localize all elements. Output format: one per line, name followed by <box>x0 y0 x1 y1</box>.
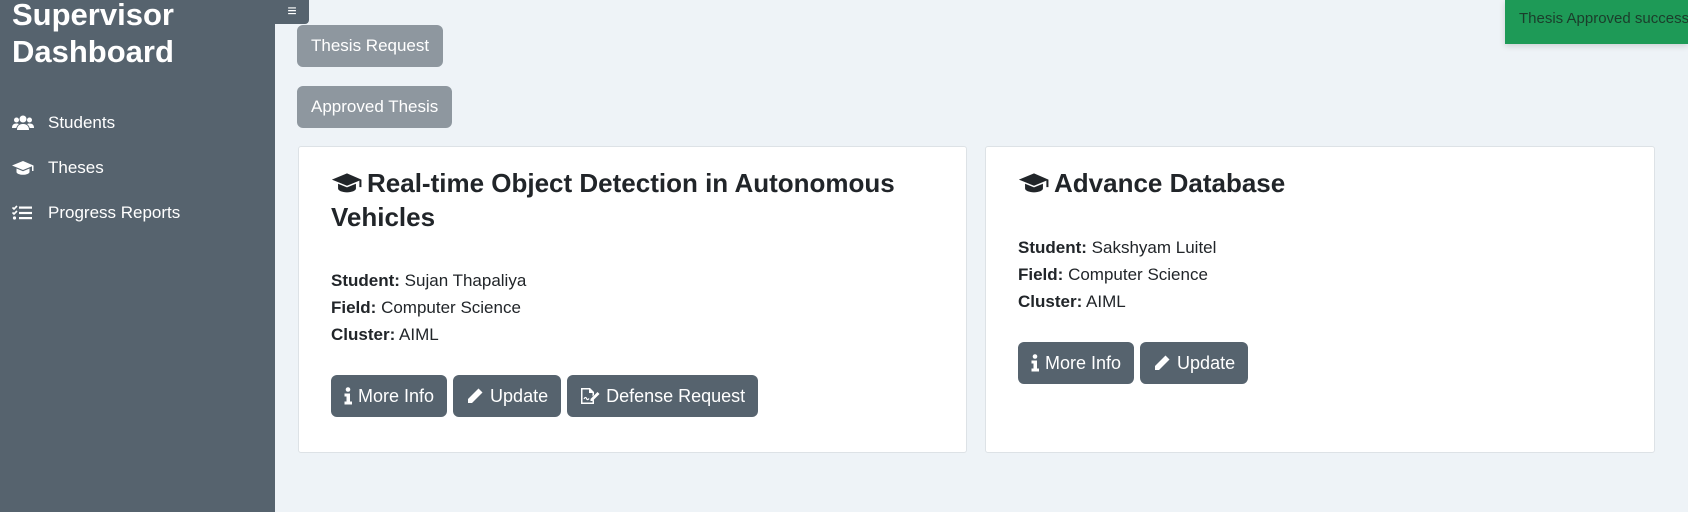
sidebar-title: Supervisor Dashboard <box>12 0 174 70</box>
thesis-card: Real-time Object Detection in Autonomous… <box>298 146 967 453</box>
graduation-cap-icon <box>1018 169 1054 201</box>
info-icon <box>1031 354 1039 372</box>
sidebar-title-line2: Dashboard <box>12 34 174 69</box>
student-name: Sujan Thapaliya <box>404 271 527 290</box>
list-check-icon <box>12 204 36 222</box>
thesis-details: Student: Sujan Thapaliya Field: Computer… <box>331 267 526 348</box>
more-info-label: More Info <box>1045 352 1122 373</box>
student-row: Student: Sujan Thapaliya <box>331 271 527 290</box>
update-button[interactable]: Update <box>1140 342 1249 384</box>
thesis-actions: More Info Update <box>1018 342 1249 384</box>
cluster-row: Cluster: AIML <box>1018 292 1126 311</box>
sidebar-toggle-button[interactable]: ≡ <box>275 0 309 24</box>
sidebar-item-label: Progress Reports <box>48 202 181 222</box>
menu-icon: ≡ <box>287 3 297 20</box>
thesis-card-title: Advance Database <box>1018 167 1285 201</box>
thesis-title-text: Real-time Object Detection in Autonomous… <box>331 168 895 232</box>
field-value: Computer Science <box>1068 265 1208 284</box>
graduation-cap-icon <box>12 159 36 177</box>
cluster-value: AIML <box>399 325 439 344</box>
success-toast: Thesis Approved success <box>1505 0 1688 44</box>
more-info-label: More Info <box>358 385 435 406</box>
sidebar-item-students[interactable]: Students <box>12 100 180 145</box>
cluster-value: AIML <box>1086 292 1126 311</box>
thesis-title-text: Advance Database <box>1054 168 1286 198</box>
defense-request-button[interactable]: Defense Request <box>567 375 759 417</box>
thesis-card: Advance Database Student: Sakshyam Luite… <box>985 146 1655 453</box>
defense-request-label: Defense Request <box>606 385 746 406</box>
sidebar-item-progress-reports[interactable]: Progress Reports <box>12 190 180 235</box>
users-icon <box>12 114 36 132</box>
field-row: Field: Computer Science <box>1018 265 1208 284</box>
pencil-icon <box>468 388 483 403</box>
more-info-button[interactable]: More Info <box>1018 342 1135 384</box>
thesis-actions: More Info Update Defense Request <box>331 375 759 417</box>
more-info-button[interactable]: More Info <box>331 375 448 417</box>
sidebar-nav: Students Theses Progress Reports <box>12 100 180 235</box>
sidebar-item-theses[interactable]: Theses <box>12 145 180 190</box>
pencil-icon <box>1155 355 1170 370</box>
sidebar-title-line1: Supervisor <box>12 0 174 32</box>
sidebar-item-label: Students <box>48 112 116 132</box>
file-signature-icon <box>581 388 600 404</box>
student-row: Student: Sakshyam Luitel <box>1018 238 1217 257</box>
field-row: Field: Computer Science <box>331 298 521 317</box>
cluster-row: Cluster: AIML <box>331 325 439 344</box>
update-button[interactable]: Update <box>453 375 562 417</box>
update-label: Update <box>490 385 549 406</box>
approved-thesis-button[interactable]: Approved Thesis <box>297 86 453 128</box>
thesis-card-title: Real-time Object Detection in Autonomous… <box>331 167 931 233</box>
field-value: Computer Science <box>381 298 521 317</box>
graduation-cap-icon <box>331 169 367 201</box>
info-icon <box>344 387 352 405</box>
sidebar: Supervisor Dashboard Students Theses Pro… <box>0 0 275 512</box>
toast-message: Thesis Approved success <box>1519 10 1688 27</box>
sidebar-item-label: Theses <box>48 157 104 177</box>
thesis-request-button[interactable]: Thesis Request <box>297 25 444 67</box>
student-name: Sakshyam Luitel <box>1091 238 1217 257</box>
update-label: Update <box>1177 352 1236 373</box>
thesis-details: Student: Sakshyam Luitel Field: Computer… <box>1018 234 1216 315</box>
